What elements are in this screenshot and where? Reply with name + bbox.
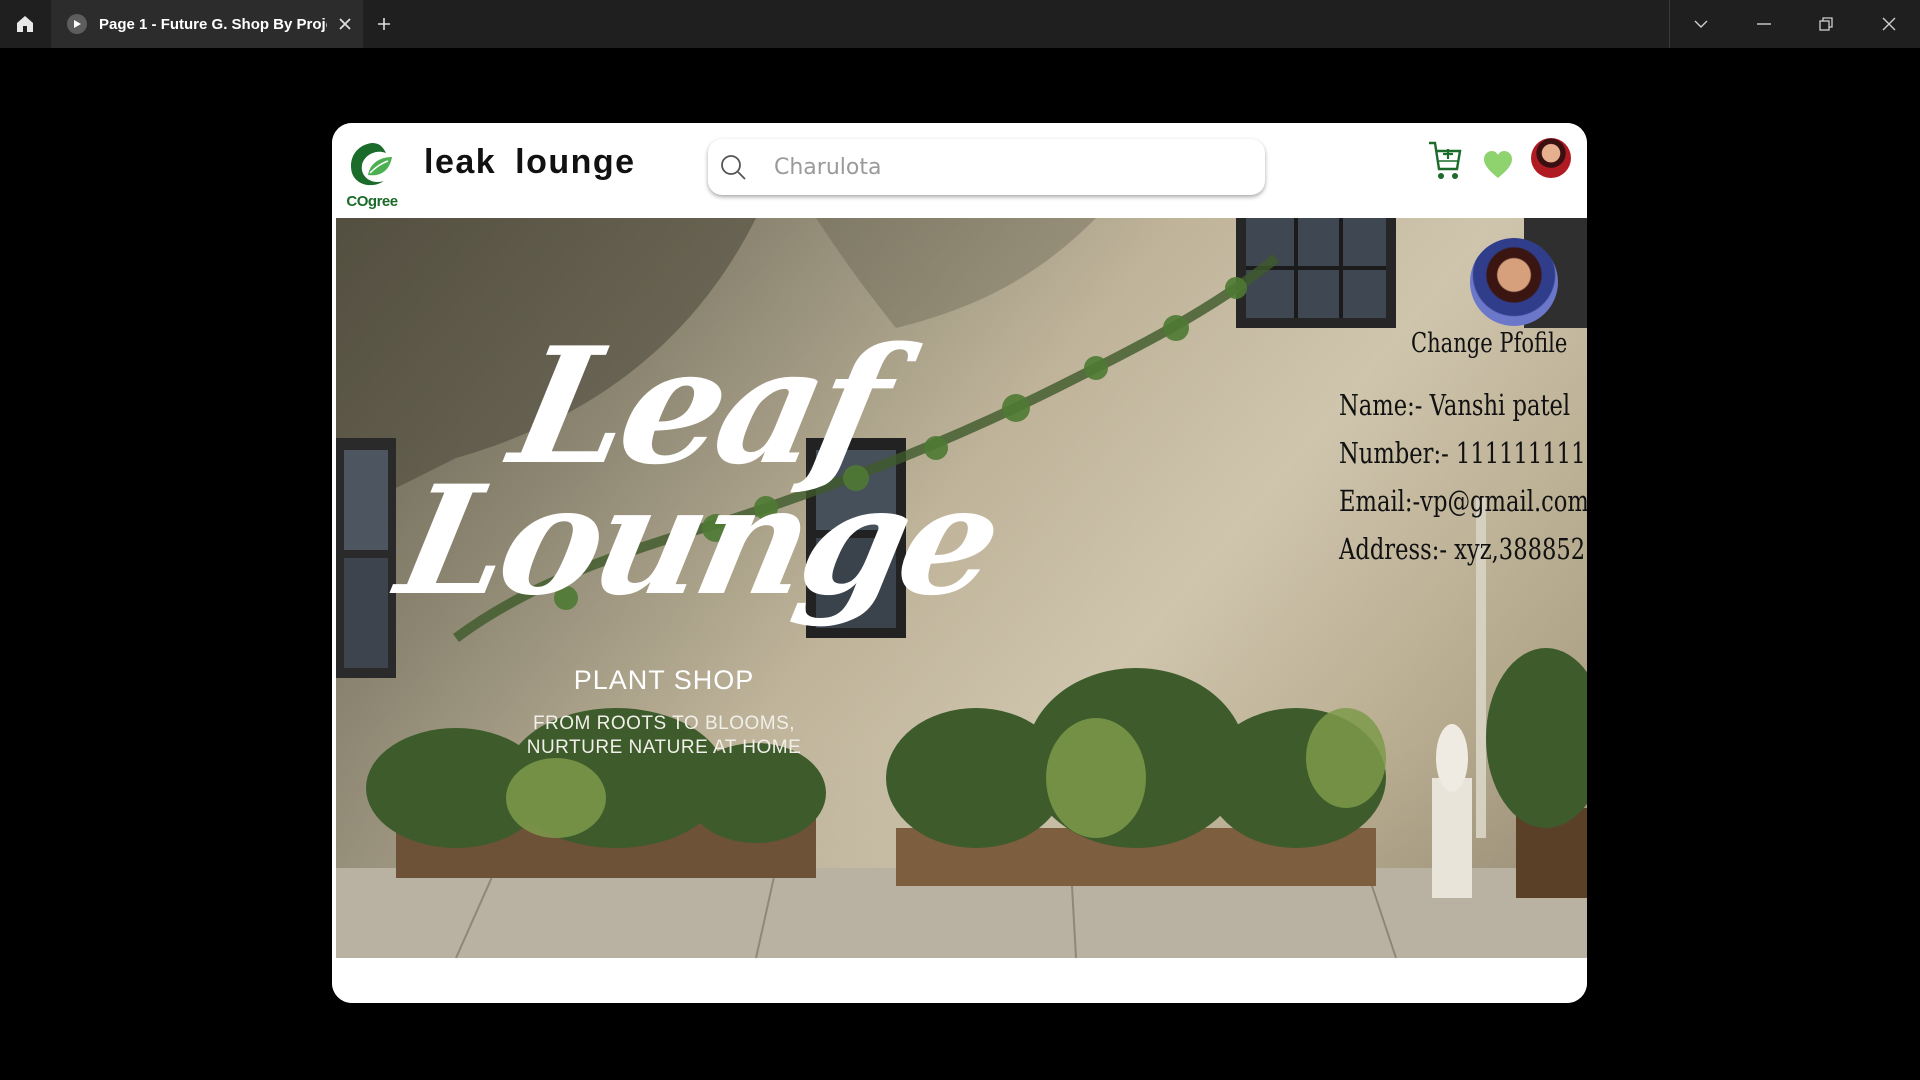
hero-tagline-line1: FROM ROOTS TO BLOOMS, bbox=[532, 713, 796, 734]
search-bar bbox=[708, 139, 1265, 195]
close-icon[interactable] bbox=[335, 14, 355, 34]
plus-icon[interactable] bbox=[372, 12, 396, 36]
tab-active[interactable]: Page 1 - Future G. Shop By Project bbox=[51, 0, 363, 48]
hero-title-line2: Lounge bbox=[385, 453, 1011, 629]
restore-icon[interactable] bbox=[1795, 0, 1857, 48]
home-icon bbox=[17, 16, 33, 32]
hero-subtitle: PLANT SHOP bbox=[573, 665, 755, 695]
heart-icon bbox=[1484, 151, 1512, 178]
tab-title: Page 1 - Future G. Shop By Project bbox=[99, 15, 327, 33]
hero-tagline: FROM ROOTS TO BLOOMS, NURTURE NATURE AT … bbox=[336, 712, 992, 760]
search-icon[interactable] bbox=[718, 152, 748, 182]
change-profile-link[interactable]: Change Pfofile bbox=[1411, 328, 1567, 359]
profile-email: Email:-vp@gmail.com bbox=[1339, 484, 1587, 518]
cart-button[interactable] bbox=[1427, 139, 1463, 183]
play-icon bbox=[67, 14, 87, 34]
profile-number: Number:- 1111111111 bbox=[1339, 436, 1587, 470]
search-input[interactable] bbox=[772, 153, 1236, 181]
brand-name: leak lounge bbox=[424, 143, 636, 181]
cart-icon bbox=[1429, 141, 1462, 179]
hero-tagline-line2: NURTURE NATURE AT HOME bbox=[526, 737, 802, 758]
home-button[interactable] bbox=[0, 0, 50, 48]
hero-banner: Leaf Lounge PLANT SHOP FROM ROOTS TO BLO… bbox=[336, 218, 1587, 958]
profile-address: Address:- xyz,388852 bbox=[1339, 532, 1586, 566]
footer-strip bbox=[332, 958, 1587, 1003]
minimize-icon[interactable] bbox=[1733, 0, 1795, 48]
leaf-logo-icon bbox=[350, 143, 392, 186]
avatar[interactable] bbox=[1531, 138, 1571, 178]
close-window-icon[interactable] bbox=[1858, 0, 1920, 48]
profile-name: Name:- Vanshi patel bbox=[1339, 388, 1571, 422]
app-frame: COgree leak lounge Charulota Leaf Lounge… bbox=[332, 123, 1587, 1003]
logo[interactable]: COgree bbox=[342, 139, 402, 213]
chevron-down-icon[interactable] bbox=[1670, 0, 1732, 48]
logo-text: COgree bbox=[346, 193, 398, 210]
wishlist-button[interactable] bbox=[1483, 151, 1513, 179]
title-bar: Page 1 - Future G. Shop By Project bbox=[0, 0, 1920, 48]
header: COgree leak lounge bbox=[332, 123, 1587, 218]
profile-avatar[interactable] bbox=[1470, 238, 1558, 326]
